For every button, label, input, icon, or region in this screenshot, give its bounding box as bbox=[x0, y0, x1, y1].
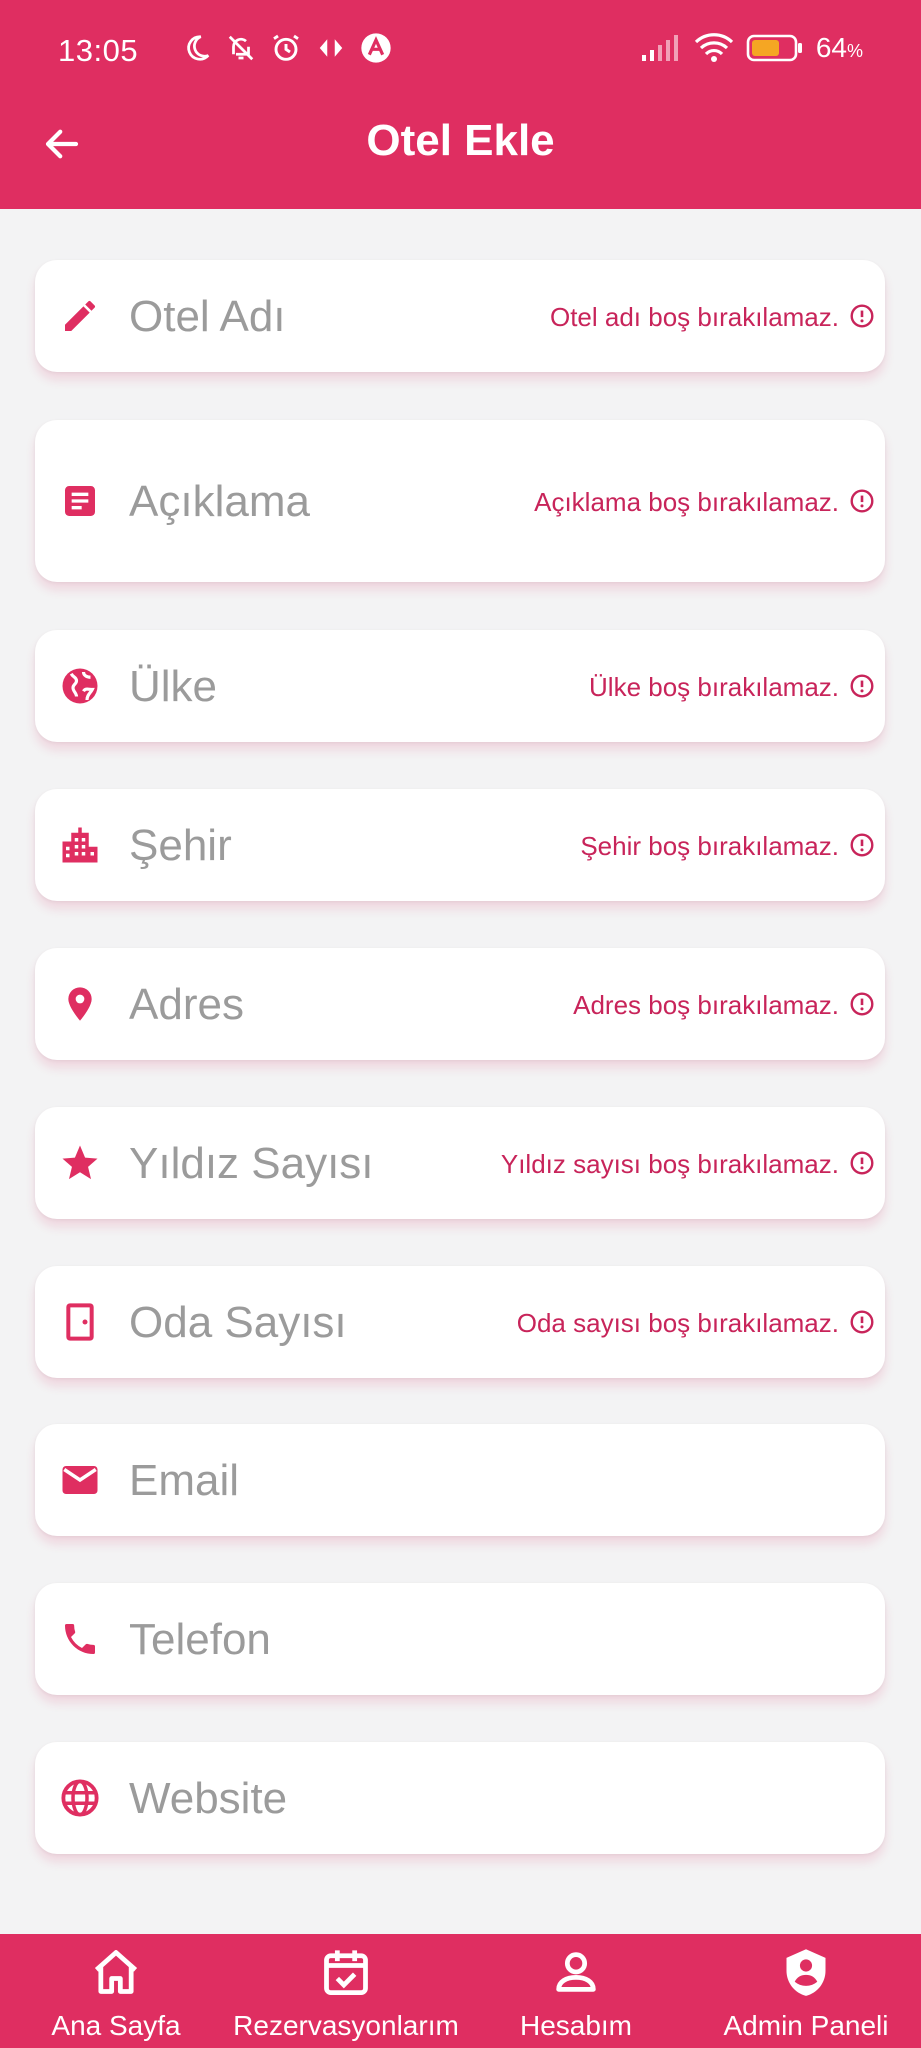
email-field[interactable]: Email bbox=[35, 1424, 885, 1536]
description-icon bbox=[59, 480, 101, 522]
field-label: Oda Sayısı bbox=[129, 1298, 347, 1347]
person-icon bbox=[556, 1952, 596, 1992]
field-label: Yıldız Sayısı bbox=[129, 1139, 374, 1188]
battery-percent: 64% bbox=[815, 32, 863, 63]
web-icon bbox=[59, 1777, 101, 1819]
field-label: Otel Adı bbox=[129, 292, 286, 341]
calendar-check-icon bbox=[324, 1950, 368, 1995]
website-field[interactable]: Website bbox=[35, 1742, 885, 1854]
error-message: Otel adı boş bırakılamaz. bbox=[549, 302, 839, 332]
status-right-icons: 64% bbox=[640, 32, 863, 64]
status-left-icons bbox=[182, 32, 392, 64]
bottom-navigation: Ana Sayfa Rezervasyonlarım Hesabım Admin… bbox=[0, 1934, 921, 2048]
error-icon bbox=[850, 489, 874, 513]
page-title: Otel Ekle bbox=[366, 116, 555, 165]
nav-label: Rezervasyonlarım bbox=[233, 2010, 459, 2041]
error-icon bbox=[850, 1151, 874, 1175]
star-icon bbox=[59, 1142, 101, 1184]
pencil-icon bbox=[59, 295, 101, 337]
nav-item-account[interactable]: Hesabım bbox=[496, 1934, 656, 2048]
bell-off-icon bbox=[228, 35, 254, 61]
battery-icon bbox=[746, 34, 802, 62]
nav-label: Admin Paneli bbox=[723, 2010, 889, 2041]
nav-item-reservations[interactable]: Rezervasyonlarım bbox=[226, 1934, 466, 2048]
location-pin-icon bbox=[59, 983, 101, 1025]
error-message: Açıklama boş bırakılamaz. bbox=[534, 487, 839, 517]
error-message: Ülke boş bırakılamaz. bbox=[589, 672, 839, 702]
nav-label: Hesabım bbox=[519, 2010, 633, 2041]
field-label: Şehir bbox=[129, 821, 232, 870]
error-message: Yıldız sayısı boş bırakılamaz. bbox=[500, 1149, 839, 1179]
field-label: Telefon bbox=[129, 1615, 271, 1664]
star-count-field[interactable]: Yıldız Sayısı Yıldız sayısı boş bırakıla… bbox=[35, 1107, 885, 1219]
moon-icon bbox=[187, 35, 210, 61]
address-field[interactable]: Adres Adres boş bırakılamaz. bbox=[35, 948, 885, 1060]
field-label: Website bbox=[129, 1774, 288, 1823]
signal-icon bbox=[641, 35, 678, 61]
country-field[interactable]: Ülke Ülke boş bırakılamaz. bbox=[35, 630, 885, 742]
status-bar: 13:05 64% bbox=[0, 0, 921, 100]
phone-field[interactable]: Telefon bbox=[35, 1583, 885, 1695]
error-icon bbox=[850, 833, 874, 857]
phone-icon bbox=[59, 1618, 101, 1660]
error-message: Adres boş bırakılamaz. bbox=[573, 990, 839, 1020]
field-label: Email bbox=[129, 1456, 240, 1505]
error-icon bbox=[850, 992, 874, 1016]
city-field[interactable]: Şehir Şehir boş bırakılamaz. bbox=[35, 789, 885, 901]
app-notification-icon bbox=[361, 33, 391, 63]
door-icon bbox=[59, 1301, 101, 1343]
hotel-name-field[interactable]: Otel Adı Otel adı boş bırakılamaz. bbox=[35, 260, 885, 372]
error-icon bbox=[850, 1310, 874, 1334]
error-message: Oda sayısı boş bırakılamaz. bbox=[516, 1308, 839, 1338]
status-time: 13:05 bbox=[58, 33, 139, 68]
description-field[interactable]: Açıklama Açıklama boş bırakılamaz. bbox=[35, 420, 885, 582]
alarm-icon bbox=[273, 34, 299, 61]
field-label: Açıklama bbox=[129, 477, 310, 526]
nav-label: Ana Sayfa bbox=[51, 2010, 181, 2041]
globe-icon bbox=[59, 665, 101, 707]
nav-item-home[interactable]: Ana Sayfa bbox=[36, 1934, 196, 2048]
wifi-icon bbox=[694, 33, 733, 62]
error-message: Şehir boş bırakılamaz. bbox=[580, 831, 839, 861]
city-icon bbox=[59, 824, 101, 866]
room-count-field[interactable]: Oda Sayısı Oda sayısı boş bırakılamaz. bbox=[35, 1266, 885, 1378]
mail-icon bbox=[59, 1459, 101, 1501]
home-icon bbox=[94, 1950, 138, 1994]
app-header: 13:05 64% Otel Ekle bbox=[0, 0, 921, 209]
field-label: Ülke bbox=[129, 662, 218, 711]
nav-item-admin-panel[interactable]: Admin Paneli bbox=[716, 1934, 896, 2048]
error-icon bbox=[850, 674, 874, 698]
error-icon bbox=[850, 304, 874, 328]
admin-shield-icon bbox=[786, 1949, 826, 1996]
field-label: Adres bbox=[129, 980, 244, 1029]
data-saver-icon bbox=[319, 39, 343, 57]
